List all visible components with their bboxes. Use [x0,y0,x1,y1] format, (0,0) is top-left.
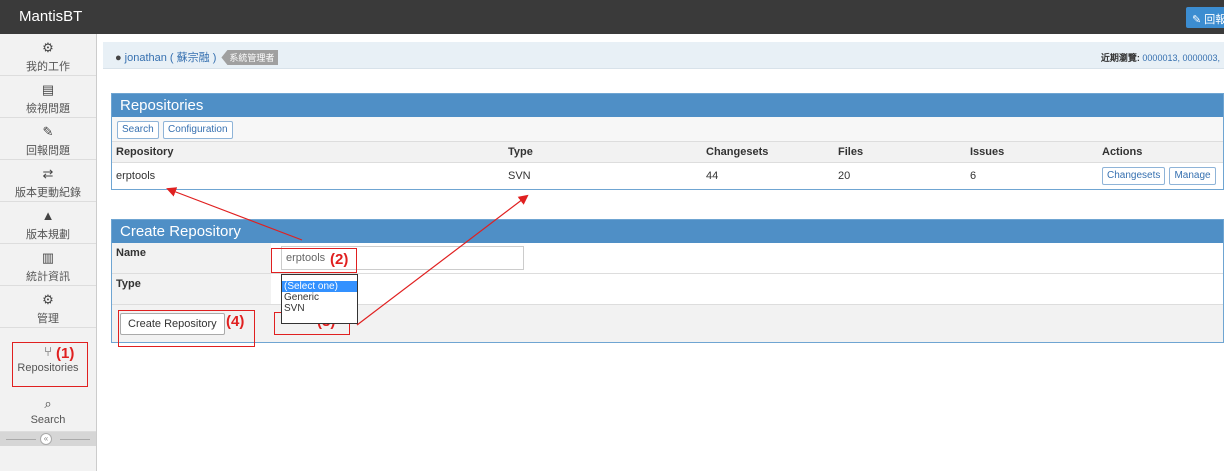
divider [60,439,90,440]
widget-title: Repositories [112,94,1223,117]
sidebar-collapse[interactable]: « [0,432,96,446]
sidebar-item-label: 檢視問題 [26,103,70,115]
repositories-widget: Repositories Search Configuration Reposi… [111,93,1224,190]
current-user[interactable]: ● jonathan ( 蘇宗融 ) 系統管理者 [115,49,279,65]
recent-label: 近期瀏覽: [1100,53,1140,63]
recent-links[interactable]: 0000013, 0000003, [1142,53,1220,63]
search-icon: ⌕ [44,396,52,411]
sidebar-item-label: 版本更動紀錄 [15,187,81,199]
sidebar-item-view-issues[interactable]: ▤ 檢視問題 [0,76,96,118]
sidebar-item-roadmap[interactable]: ▲ 版本規劃 [0,202,96,244]
divider [6,439,36,440]
column-header: Actions [1098,142,1223,163]
report-issue-label: 回報 [1204,14,1224,26]
column-header: Repository [112,142,504,163]
role-badge: 系統管理者 [221,50,279,65]
annotation-label: (1) [56,345,75,362]
column-header: Changesets [702,142,834,163]
recently-visited: 近期瀏覽: 0000013, 0000003, [1101,51,1220,64]
retweet-icon: ⇄ [42,166,54,181]
sidebar-item-label: 管理 [37,313,59,325]
type-select[interactable]: (Select one) Generic SVN [281,274,358,324]
issues-count: 6 [970,169,977,182]
changesets-count: 44 [706,169,719,182]
sidebar-item-search[interactable]: ⌕ Search [0,390,96,432]
list-icon: ▤ [41,82,55,97]
annotation-label: (4) [226,313,245,330]
column-header: Type [504,142,702,163]
tachometer-icon: ⚙ [42,40,54,55]
repository-name[interactable]: erptools [112,162,504,189]
annotation-box [12,342,88,387]
sidebar: ⚙ 我的工作 ▤ 檢視問題 ✎ 回報問題 ⇄ 版本更動紀錄 ▲ 版本規劃 ▥ 統… [0,34,97,471]
sidebar-item-label: 統計資訊 [26,271,70,283]
search-button[interactable]: Search [117,121,159,139]
type-label: Type [112,274,271,304]
column-header: Issues [966,142,1098,163]
sidebar-item-changelog[interactable]: ⇄ 版本更動紀錄 [0,160,96,202]
repository-type: SVN [508,169,531,182]
sidebar-item-summary[interactable]: ▥ 統計資訊 [0,244,96,286]
sidebar-item-my-view[interactable]: ⚙ 我的工作 [0,34,96,76]
gears-icon: ⚙ [42,292,54,307]
select-option[interactable]: SVN [282,303,357,321]
configuration-button[interactable]: Configuration [163,121,233,139]
user-name[interactable]: jonathan ( 蘇宗融 ) [125,52,217,64]
column-header: Files [834,142,966,163]
select-option[interactable]: Generic [282,292,357,303]
brand-logo[interactable]: MantisBT [19,8,82,25]
double-angle-left-icon: « [40,433,52,445]
repositories-table: Repository Type Changesets Files Issues … [112,142,1223,189]
sidebar-item-label: 版本規劃 [26,229,70,241]
widget-toolbar: Search Configuration [112,117,1223,142]
files-count: 20 [838,169,851,182]
manage-button[interactable]: Manage [1169,166,1216,185]
sidebar-item-report-issue[interactable]: ✎ 回報問題 [0,118,96,160]
actions-cell: Changesets Manage [1098,162,1223,189]
annotation-label: (2) [330,251,349,268]
bar-chart-icon: ▥ [41,250,55,265]
user-icon: ● [115,52,122,64]
edit-icon: ✎ [42,124,54,139]
table-row: erptools SVN 44 20 6 Changesets Manage [112,162,1223,189]
report-issue-button[interactable]: ✎ 回報 [1186,7,1224,28]
sidebar-item-manage[interactable]: ⚙ 管理 [0,286,96,328]
sidebar-item-label: 我的工作 [26,61,70,73]
type-row: Type (Select one) Generic SVN [112,274,1223,324]
name-label: Name [112,243,271,273]
changesets-button[interactable]: Changesets [1102,166,1166,185]
navbar: MantisBT ✎ 回報 [0,0,1224,34]
sidebar-item-label: Search [30,414,66,426]
sidebar-item-label: 回報問題 [26,145,70,157]
table-header: Repository Type Changesets Files Issues … [112,142,1223,163]
select-option[interactable]: (Select one) [282,281,357,292]
road-icon: ▲ [41,208,55,223]
widget-title: Create Repository [112,220,1223,243]
breadcrumb: ● jonathan ( 蘇宗融 ) 系統管理者 近期瀏覽: 0000013, 0… [103,42,1224,69]
